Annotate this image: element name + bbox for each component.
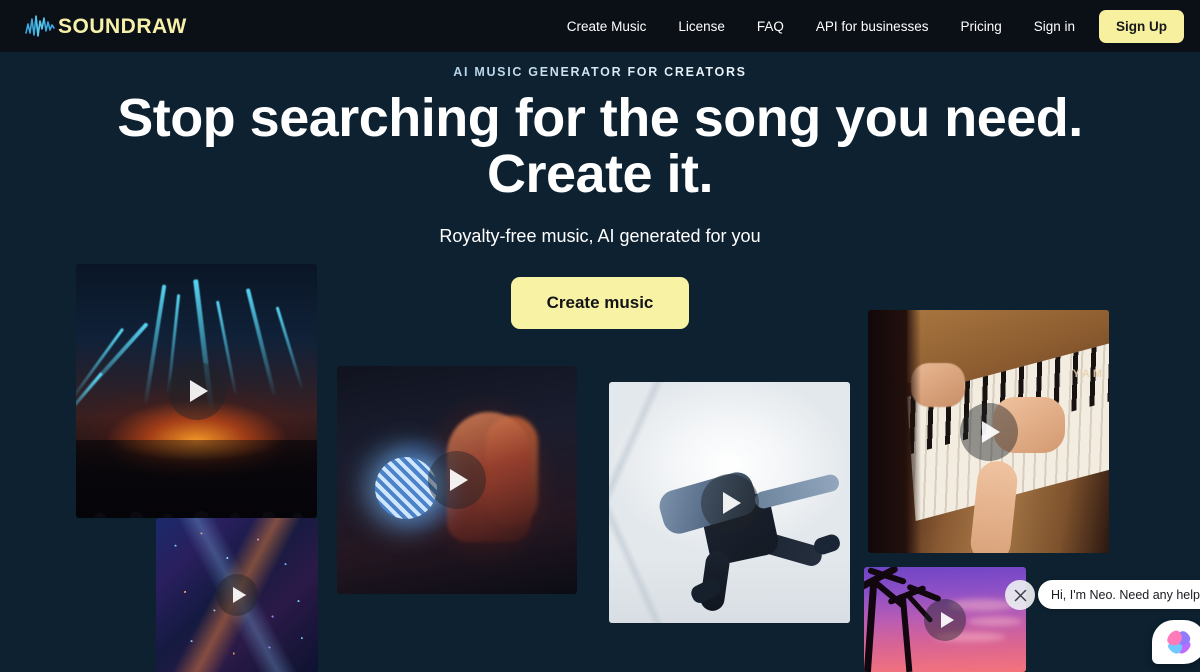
play-icon [450, 469, 468, 491]
piano-brand-text: YAM [1072, 368, 1105, 381]
hero-subtitle: Royalty-free music, AI generated for you [439, 226, 761, 247]
headline-line-1: Stop searching for the song you need. [117, 88, 1083, 148]
top-navigation-bar: SOUNDRAW Create Music License FAQ API fo… [0, 0, 1200, 52]
play-button[interactable] [924, 598, 966, 641]
hero-section: AI MUSIC GENERATOR FOR CREATORS Stop sea… [0, 52, 1200, 330]
nav-link-create-music[interactable]: Create Music [551, 19, 663, 34]
page-title: Stop searching for the song you need. Cr… [0, 88, 1200, 204]
nav-link-license[interactable]: License [662, 19, 741, 34]
media-card-palm-trees-sunset[interactable] [864, 567, 1026, 672]
play-button[interactable] [167, 362, 226, 420]
nav-link-faq[interactable]: FAQ [741, 19, 800, 34]
play-button[interactable] [216, 574, 258, 616]
media-card-breakdancer[interactable] [609, 382, 850, 623]
create-music-button[interactable]: Create music [510, 277, 690, 330]
play-icon [189, 380, 208, 402]
play-button[interactable] [428, 451, 486, 509]
close-icon [1014, 589, 1026, 601]
nav-link-api[interactable]: API for businesses [800, 19, 945, 34]
play-button[interactable] [959, 402, 1018, 461]
neo-brain-icon [1167, 630, 1191, 654]
hero-eyebrow: AI MUSIC GENERATOR FOR CREATORS [0, 65, 1200, 79]
chat-greeting-text: Hi, I'm Neo. Need any help? [1051, 587, 1200, 602]
play-button[interactable] [700, 473, 759, 532]
media-card-woman-with-disco-ball[interactable] [337, 366, 577, 594]
nav-link-sign-in[interactable]: Sign in [1018, 19, 1091, 34]
soundwave-icon [25, 15, 55, 37]
chat-close-button[interactable] [1005, 580, 1035, 610]
play-icon [940, 611, 954, 628]
chat-launcher-button[interactable] [1152, 620, 1200, 664]
media-card-aerial-night-city[interactable] [156, 518, 318, 672]
page-root: SOUNDRAW Create Music License FAQ API fo… [0, 0, 1200, 672]
headline-line-2: Create it. [486, 143, 714, 204]
brand-name: SOUNDRAW [58, 14, 187, 38]
hero-cta-wrap: Create music [0, 277, 1200, 330]
play-icon [722, 491, 741, 514]
sign-up-button[interactable]: Sign Up [1099, 9, 1184, 43]
chat-greeting-bubble[interactable]: Hi, I'm Neo. Need any help? [1038, 580, 1200, 609]
brand-logo[interactable]: SOUNDRAW [24, 13, 187, 39]
media-card-hands-playing-piano[interactable]: YAM [868, 310, 1109, 553]
nav-links: Create Music License FAQ API for busines… [551, 9, 1184, 43]
play-icon [232, 587, 246, 603]
nav-link-pricing[interactable]: Pricing [944, 19, 1017, 34]
play-icon [981, 420, 1000, 443]
